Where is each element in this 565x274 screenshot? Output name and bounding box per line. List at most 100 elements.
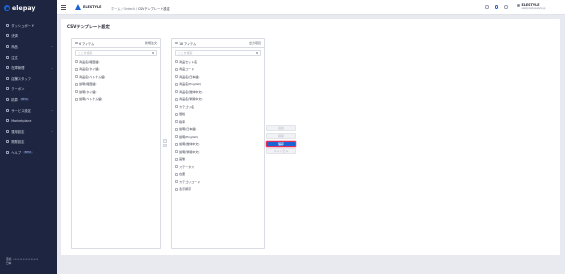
chevron-down-icon: ⌄	[50, 44, 53, 49]
item-checkbox[interactable]	[175, 172, 178, 176]
chevron-down-icon: ⌄	[50, 108, 53, 113]
cancel-button[interactable]: キャンセル	[266, 148, 296, 155]
list-item[interactable]: 説明(ベトナム語)	[72, 96, 160, 104]
item-checkbox[interactable]	[75, 60, 78, 64]
item-checkbox[interactable]	[75, 67, 78, 71]
user-menu[interactable]: ELESTYLE elestyle@elestyle.jp	[517, 3, 546, 10]
item-checkbox[interactable]	[175, 135, 178, 139]
search-input[interactable]: ここを検索	[75, 50, 157, 56]
sidebar-item-marketplace[interactable]: Marketplace	[0, 115, 57, 126]
list-item[interactable]: 在庫	[172, 171, 264, 179]
help-icon	[6, 150, 9, 154]
sidebar-item-operation-settings[interactable]: 運用設定 ⌄	[0, 126, 57, 137]
list-item[interactable]: 商品名(ベトナム語)	[72, 73, 160, 81]
list-item[interactable]: 説明(繁體中文)	[172, 148, 264, 156]
save-button[interactable]: 保存	[266, 140, 296, 147]
list-item[interactable]: カテゴリ名	[172, 103, 264, 111]
select-all-checkbox[interactable]	[75, 41, 78, 45]
sidebar-item-orders[interactable]: 注文	[0, 52, 57, 63]
chevron-right-icon: ›	[164, 139, 166, 142]
dashboard-icon	[6, 23, 9, 27]
company-switcher[interactable]: ELESTYLE	[75, 3, 101, 10]
list-item[interactable]: 説明(韓国語)	[72, 81, 160, 89]
sidebar-item-inventory[interactable]: 在庫管理 ⌄	[0, 62, 57, 73]
item-checkbox[interactable]	[75, 97, 78, 101]
sidebar-item-payments[interactable]: 決済	[0, 31, 57, 42]
bell-icon[interactable]	[504, 5, 508, 9]
select-all-checkbox[interactable]	[175, 41, 178, 45]
elepay-logo[interactable]: elepay	[4, 4, 36, 12]
list-item[interactable]: 商品名(タイ語)	[72, 66, 160, 74]
item-checkbox[interactable]	[175, 127, 178, 131]
list-item[interactable]: カテゴリコード	[172, 178, 264, 186]
list-item[interactable]: ステータス	[172, 163, 264, 171]
payment-icon	[6, 34, 9, 38]
item-checkbox[interactable]	[75, 90, 78, 94]
sidebar-item-help[interactable]: ヘルプ BETA	[0, 147, 57, 158]
list-item[interactable]: 価格	[172, 111, 264, 119]
sidebar-item-dashboard[interactable]: ダッシュボード	[0, 20, 57, 31]
item-checkbox[interactable]	[175, 120, 178, 124]
action-buttons: 追加 削除 保存 キャンセル	[266, 125, 296, 155]
beta-badge: BETA	[19, 97, 30, 101]
sidebar-item-coupons[interactable]: クーポン	[0, 84, 57, 95]
notification-icon[interactable]	[485, 5, 489, 9]
breadcrumb-home[interactable]: ホーム	[111, 7, 120, 11]
add-button[interactable]: 追加	[266, 125, 296, 131]
sidebar-item-settlement[interactable]: 精算 BETA	[0, 94, 57, 105]
chevron-down-icon: ⌄	[50, 65, 53, 70]
list-item[interactable]: 商品名(日本語)	[172, 73, 264, 81]
sidebar-item-service-settings[interactable]: サービス設定 ⌄	[0, 105, 57, 116]
item-checkbox[interactable]	[175, 67, 178, 71]
item-checkbox[interactable]	[175, 97, 178, 101]
item-checkbox[interactable]	[175, 75, 178, 79]
item-checkbox[interactable]	[175, 180, 178, 184]
list-title: 新規注文	[144, 41, 157, 45]
item-checkbox[interactable]	[175, 82, 178, 86]
company-logo-icon	[75, 3, 81, 10]
list-item[interactable]: 商品名(English)	[172, 81, 264, 89]
item-checkbox[interactable]	[175, 60, 178, 64]
help-circle-icon[interactable]	[494, 5, 498, 9]
list-item[interactable]: 商品コード	[172, 66, 264, 74]
breadcrumb-shop[interactable]: OrderA	[124, 7, 135, 11]
item-checkbox[interactable]	[175, 142, 178, 146]
move-left-button[interactable]: ‹	[163, 143, 167, 148]
sidebar-footer: 環境: •••••••••••••••• 日本	[6, 257, 52, 266]
list-item[interactable]: 説明(簡体中文)	[172, 141, 264, 149]
item-checkbox[interactable]	[175, 150, 178, 154]
settlement-icon	[6, 97, 9, 101]
item-checkbox[interactable]	[175, 165, 178, 169]
item-checkbox[interactable]	[175, 187, 178, 191]
sidebar-item-developer-settings[interactable]: 開発設定	[0, 137, 57, 148]
item-checkbox[interactable]	[175, 157, 178, 161]
list-item[interactable]: 商品名(繁體中文)	[172, 96, 264, 104]
region-label[interactable]: 日本	[6, 261, 11, 266]
remove-button[interactable]: 削除	[266, 132, 296, 139]
list-item[interactable]: 画像	[172, 156, 264, 164]
move-right-button[interactable]: ›	[163, 139, 167, 143]
chevron-down-icon: ⌄	[50, 129, 53, 134]
list-item[interactable]: 税率	[172, 118, 264, 126]
item-checkbox[interactable]	[175, 112, 178, 116]
list-item[interactable]: 商品名(韓国語)	[72, 58, 160, 66]
menu-icon[interactable]	[61, 5, 66, 10]
sidebar-item-staff[interactable]: 店舗スタッフ	[0, 73, 57, 84]
list-item[interactable]: 商品名(簡体中文)	[172, 88, 264, 96]
breadcrumb-current: CSVテンプレート設定	[137, 6, 170, 11]
search-input[interactable]: ここを検索	[175, 50, 261, 56]
item-checkbox[interactable]	[75, 82, 78, 86]
list-title: 出力項目	[248, 41, 261, 45]
item-checkbox[interactable]	[75, 75, 78, 79]
item-checkbox[interactable]	[175, 105, 178, 109]
list-item[interactable]: 説明(タイ語)	[72, 88, 160, 96]
list-item[interactable]: 商品セット名	[172, 58, 264, 66]
list-item[interactable]: 説明(English)	[172, 133, 264, 141]
item-checkbox[interactable]	[175, 90, 178, 94]
transfer-controls: › ‹	[163, 139, 167, 148]
list-item[interactable]: 表示順序	[172, 186, 264, 194]
list-item[interactable]: 説明(日本語)	[172, 126, 264, 134]
operation-icon	[6, 129, 9, 133]
sidebar-item-products[interactable]: 商品 ⌄	[0, 41, 57, 52]
sidebar: elepay ダッシュボード 決済 商品 ⌄ 注文 在庫管理 ⌄ 店舗スタッフ クー…	[0, 0, 57, 274]
